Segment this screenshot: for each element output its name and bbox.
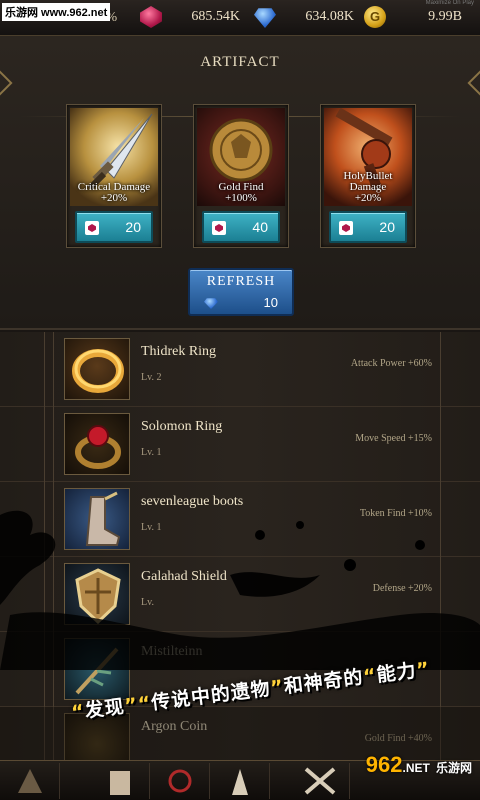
item-level: Lv. 1 <box>141 522 162 533</box>
ruby-ring-art <box>75 425 121 469</box>
item-name: Solomon Ring <box>141 419 223 434</box>
sapphire-count: 634.08K <box>305 9 354 24</box>
list-item[interactable]: sevenleague boots Lv. 1 Token Find +10% <box>0 482 480 557</box>
row-rail <box>44 482 54 557</box>
site-watermark: 乐游网 www.962.net <box>2 3 111 21</box>
refresh-button[interactable]: REFRESH 10 <box>188 268 294 316</box>
hero-icon <box>18 769 42 793</box>
card-label: Gold Find +100% <box>197 182 285 204</box>
gold-count: 9.99B <box>428 9 462 24</box>
boot-art <box>85 491 121 546</box>
list-item[interactable]: Thidrek Ring Lv. 2 Attack Power +60% <box>0 332 480 407</box>
ruby-icon <box>339 221 353 235</box>
item-level: Lv. 2 <box>141 372 162 383</box>
artifact-card-gold-find[interactable]: Gold Find +100% 40 <box>193 104 289 248</box>
nav-skill-button[interactable] <box>150 763 210 799</box>
row-rail <box>440 632 466 707</box>
corner-ornament-left <box>0 67 13 99</box>
item-name: sevenleague boots <box>141 494 244 509</box>
nav-battle-button[interactable] <box>290 763 350 799</box>
swirl-icon <box>168 769 192 793</box>
card-label-value: +20% <box>354 192 382 204</box>
card-label: HolyBullet Damage +20% <box>324 171 412 204</box>
nav-armor-button[interactable] <box>90 763 150 799</box>
resource-bar: 乐游网 www.962.net 0.0% 685.54K 634.08K G 9… <box>0 0 480 36</box>
artifact-card-critical-damage[interactable]: Critical Damage +20% 20 <box>66 104 162 248</box>
item-stat: Defense +20% <box>372 583 432 594</box>
sapphire-icon <box>204 298 218 309</box>
buy-button[interactable]: 20 <box>75 211 153 243</box>
nav-hero-button[interactable] <box>0 763 60 799</box>
promo-word: 能力 <box>375 659 418 687</box>
row-rail <box>440 482 466 557</box>
row-rail <box>44 632 54 707</box>
row-rail <box>44 332 54 407</box>
list-item[interactable]: Galahad Shield Lv. Defense +20% <box>0 557 480 632</box>
list-item[interactable]: Solomon Ring Lv. 1 Move Speed +15% <box>0 407 480 482</box>
ruby-icon <box>140 6 162 28</box>
logo-cn: 乐游网 <box>435 761 472 775</box>
buy-button[interactable]: 20 <box>329 211 407 243</box>
item-level: Lv. <box>141 597 154 608</box>
gold-coin-art-icon: Gold Find +100% <box>197 108 285 206</box>
cost-value: 20 <box>125 219 141 235</box>
dagger-icon: Critical Damage +20% <box>70 108 158 206</box>
gun-icon: HolyBullet Damage +20% <box>324 108 412 206</box>
row-rail <box>44 407 54 482</box>
shield-icon <box>64 563 130 625</box>
branch-icon <box>64 638 130 700</box>
item-level: Lv. 1 <box>141 447 162 458</box>
cost-value: 20 <box>379 219 395 235</box>
item-name: Thidrek Ring <box>141 344 217 359</box>
item-stat: Attack Power +60% <box>350 358 432 369</box>
top-small-text: Maximize On Play <box>425 0 474 6</box>
row-rail <box>440 557 466 632</box>
buy-button[interactable]: 40 <box>202 211 280 243</box>
item-name: Argon Coin <box>141 719 208 734</box>
armor-icon <box>110 771 130 795</box>
item-stat: Gold Find +40% <box>364 733 432 744</box>
site-logo: 962.NET 乐游网 <box>366 752 472 778</box>
ruby-icon <box>212 221 226 235</box>
card-label-value: +20% <box>100 192 128 204</box>
crossed-swords-icon <box>304 767 336 795</box>
refresh-label: REFRESH <box>206 274 276 289</box>
logo-number: 962 <box>365 752 403 777</box>
ruby-icon <box>85 221 99 235</box>
boot-icon <box>64 488 130 550</box>
gold-ring-art <box>72 349 124 393</box>
artifact-card-holybullet-damage[interactable]: HolyBullet Damage +20% 20 <box>320 104 416 248</box>
panel-title: ARTIFACT <box>200 54 280 70</box>
nav-cloak-button[interactable] <box>210 763 270 799</box>
cloak-icon <box>232 769 248 795</box>
ruby-count: 685.54K <box>191 9 240 24</box>
shield-art <box>75 568 121 624</box>
card-label-value: +100% <box>225 192 257 204</box>
refresh-cost: 10 <box>263 295 278 310</box>
row-rail <box>440 407 466 482</box>
item-stat: Token Find +10% <box>359 508 432 519</box>
sapphire-icon <box>254 8 276 28</box>
item-name: Mistilteinn <box>141 644 203 659</box>
quote-mark: ” <box>415 658 432 682</box>
cost-value: 40 <box>252 219 268 235</box>
ring-icon <box>64 338 130 400</box>
item-stat: Move Speed +15% <box>355 433 432 444</box>
corner-ornament-right <box>467 67 480 99</box>
item-name: Galahad Shield <box>141 569 227 584</box>
card-label: Critical Damage +20% <box>70 182 158 204</box>
promo-word: 发现 <box>83 695 126 723</box>
row-rail <box>440 332 466 407</box>
logo-domain: .NET <box>402 761 430 775</box>
gold-coin-icon: G <box>364 6 386 28</box>
ruby-ring-icon <box>64 413 130 475</box>
row-rail <box>44 557 54 632</box>
